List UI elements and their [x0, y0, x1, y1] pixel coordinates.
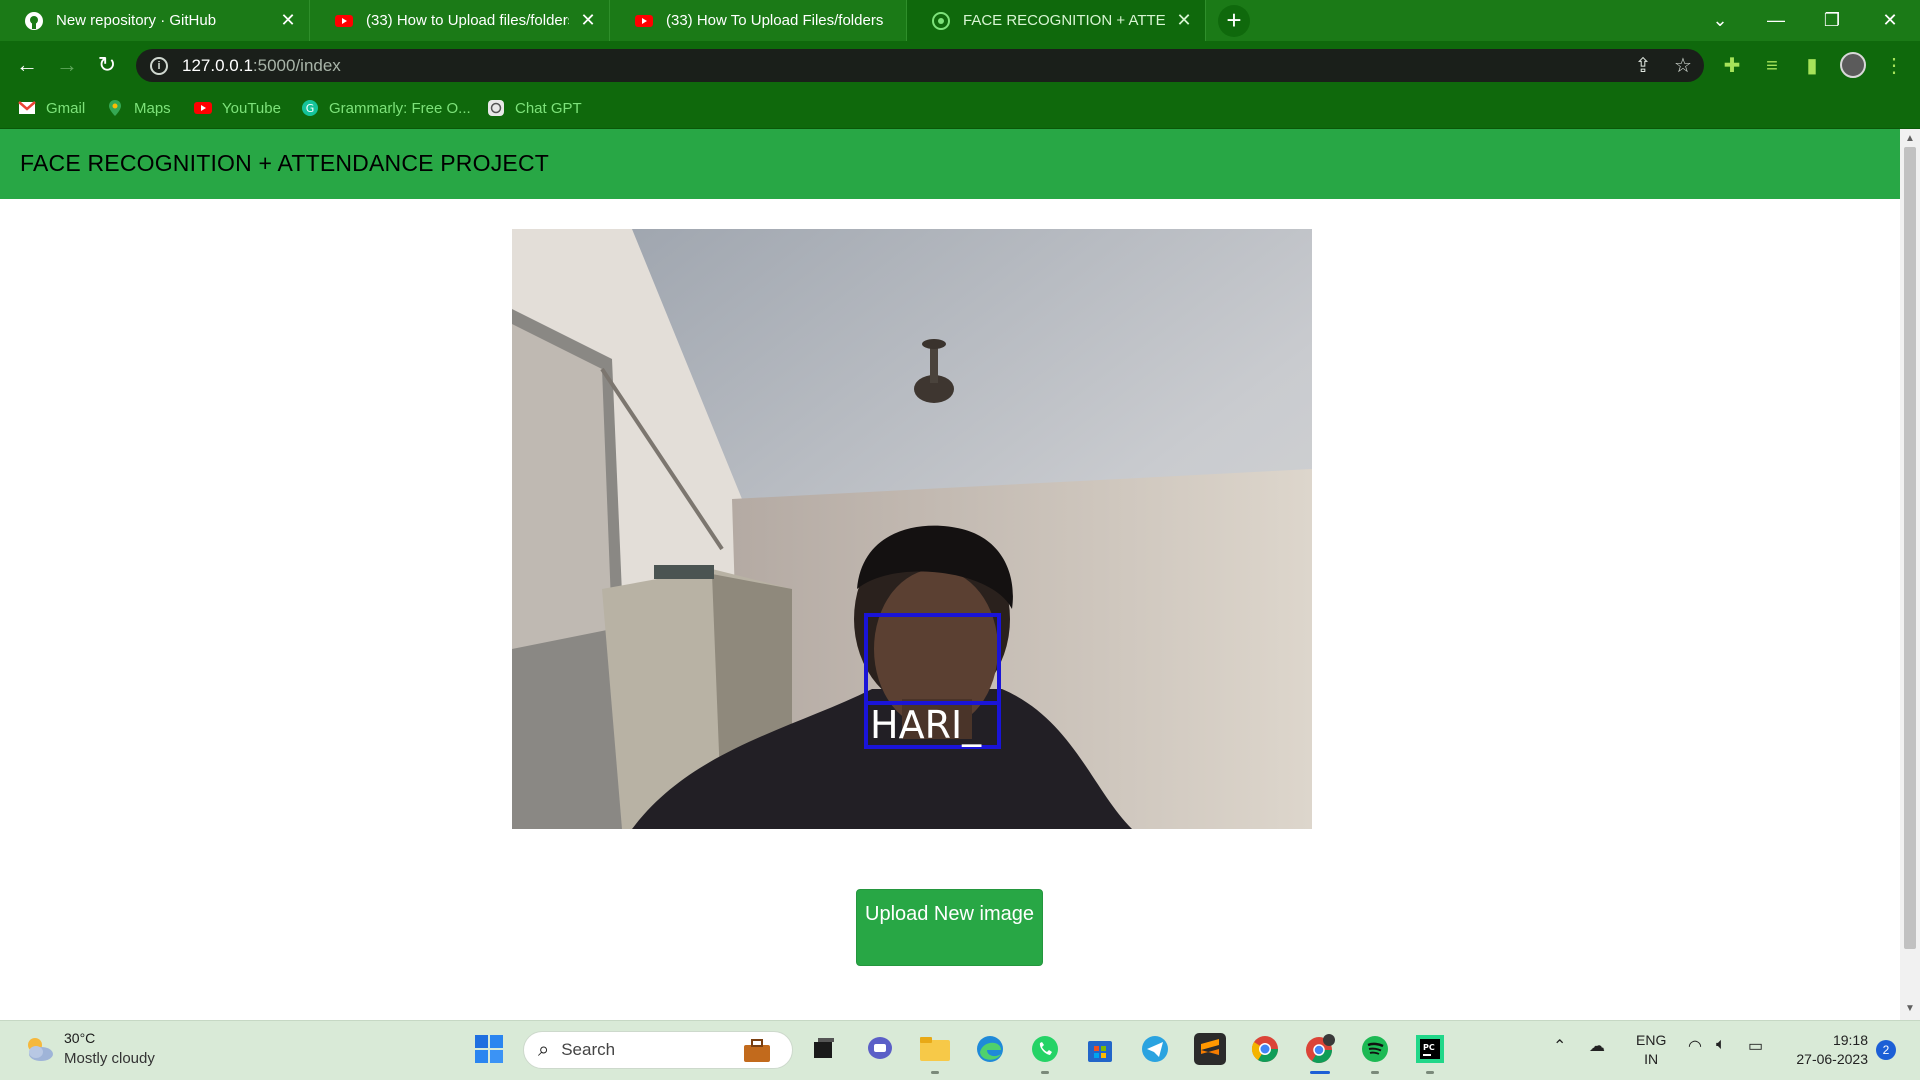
bookmark-grammarly[interactable]: G Grammarly: Free O... [301, 96, 471, 120]
tab-youtube-2[interactable]: (33) How To Upload Files/folders [610, 0, 907, 41]
webcam-image: HARI_ [512, 229, 1312, 829]
new-tab-button[interactable]: + [1218, 5, 1250, 37]
tab-youtube-1[interactable]: (33) How to Upload files/folders/ ✕ [310, 0, 610, 41]
chevron-up-icon[interactable]: ⌃ [1553, 1036, 1566, 1056]
side-panel-icon[interactable]: ▮ [1796, 50, 1828, 82]
search-icon: ⌕ [538, 1038, 550, 1061]
pycharm-icon[interactable]: PC [1414, 1033, 1446, 1065]
scroll-up-icon[interactable]: ▲ [1903, 133, 1917, 147]
url-host: 127.0.0.1 [182, 55, 253, 75]
cloudy-weather-icon[interactable] [22, 1032, 56, 1066]
window-close-icon[interactable]: ✕ [1862, 0, 1918, 41]
search-label: Search [561, 1040, 616, 1059]
tab-label: (33) How To Upload Files/folders [666, 12, 884, 29]
lang-code: ENG [1636, 1032, 1667, 1048]
svg-text:G: G [306, 102, 315, 115]
whatsapp-icon[interactable] [1029, 1033, 1061, 1065]
page-viewport: FACE RECOGNITION + ATTENDANCE PROJECT HA… [0, 129, 1900, 1020]
address-bar[interactable]: i 127.0.0.1:5000/index [136, 49, 1704, 82]
bookmark-label: YouTube [222, 99, 281, 117]
bookmark-gmail[interactable]: Gmail [18, 96, 85, 120]
github-icon [25, 11, 43, 30]
clock-time: 19:18 [1832, 1032, 1868, 1048]
taskbar-search[interactable]: ⌕ Search [523, 1031, 793, 1069]
bookmark-label: Grammarly: Free O... [329, 99, 471, 117]
tab-label: FACE RECOGNITION + ATTENDA [963, 12, 1165, 29]
page-title[interactable]: FACE RECOGNITION + ATTENDANCE PROJECT [20, 150, 549, 177]
bookmark-label: Maps [134, 99, 171, 117]
youtube-icon [335, 14, 353, 27]
maps-icon [109, 100, 121, 116]
volume-icon[interactable]: 🔈︎ [1716, 1036, 1726, 1054]
edge-icon[interactable] [974, 1033, 1006, 1065]
svg-text:PC: PC [1423, 1043, 1435, 1052]
tab-label: New repository · GitHub [56, 12, 217, 29]
chatgpt-icon [488, 100, 504, 116]
close-icon[interactable]: ✕ [579, 10, 597, 31]
grammarly-icon: G [302, 100, 318, 116]
reload-icon[interactable]: ↻ [92, 50, 122, 80]
notification-badge[interactable]: 2 [1876, 1040, 1896, 1060]
language-indicator[interactable]: ENG IN [1636, 1031, 1666, 1069]
running-indicator [1371, 1071, 1379, 1074]
battery-icon[interactable]: ▭ [1748, 1036, 1763, 1056]
media-queue-icon[interactable]: ≡ [1756, 50, 1788, 82]
file-explorer-icon[interactable] [919, 1033, 951, 1065]
spotify-icon[interactable] [1359, 1033, 1391, 1065]
close-icon[interactable]: ✕ [279, 10, 297, 31]
windows-start-icon[interactable] [473, 1033, 505, 1065]
microsoft-store-icon[interactable] [1084, 1033, 1116, 1065]
teams-chat-icon[interactable] [864, 1033, 896, 1065]
weather-temp[interactable]: 30°C [64, 1030, 95, 1046]
url-path: :5000/index [252, 55, 341, 75]
running-indicator [931, 1071, 939, 1074]
chrome-profile-icon[interactable] [1304, 1033, 1336, 1065]
tab-label: (33) How to Upload files/folders/ [366, 12, 569, 29]
bookmarks-bar [0, 89, 1920, 129]
bookmark-star-icon[interactable]: ☆ [1668, 51, 1698, 81]
menu-icon[interactable]: ⋮ [1878, 50, 1910, 82]
site-info-icon[interactable]: i [150, 56, 168, 75]
taskbar [0, 1020, 1920, 1080]
lang-region: IN [1644, 1051, 1659, 1067]
chrome-icon[interactable] [1249, 1033, 1281, 1065]
globe-icon [932, 11, 950, 30]
bookmark-maps[interactable]: Maps [106, 96, 171, 120]
share-icon[interactable]: ⇪ [1628, 51, 1658, 81]
running-indicator [1426, 1071, 1434, 1074]
recognized-name: HARI_ [870, 703, 982, 747]
youtube-icon [635, 14, 653, 27]
extensions-icon[interactable]: ✚ [1716, 50, 1748, 82]
clock[interactable]: 19:18 27-06-2023 [1788, 1031, 1868, 1069]
navbar: FACE RECOGNITION + ATTENDANCE PROJECT [0, 129, 1900, 199]
bookmark-youtube[interactable]: YouTube [194, 96, 281, 120]
running-indicator [1041, 1071, 1049, 1074]
bookmark-chatgpt[interactable]: Chat GPT [487, 96, 582, 120]
onedrive-icon[interactable]: ☁ [1589, 1036, 1605, 1056]
sublime-text-icon[interactable] [1194, 1033, 1226, 1065]
wifi-icon[interactable]: ◠ [1688, 1036, 1702, 1056]
tab-search-icon[interactable]: ⌄ [1692, 0, 1748, 41]
forward-icon[interactable]: → [52, 50, 82, 80]
gmail-icon [18, 101, 36, 114]
close-icon[interactable]: ✕ [1175, 10, 1193, 31]
bookmark-label: Chat GPT [515, 99, 582, 117]
scroll-thumb[interactable] [1904, 147, 1916, 949]
back-icon[interactable]: ← [12, 50, 42, 80]
weather-desc[interactable]: Mostly cloudy [64, 1050, 155, 1067]
tab-face-recognition[interactable]: FACE RECOGNITION + ATTENDA ✕ [907, 0, 1206, 41]
briefcase-icon [744, 1039, 770, 1062]
active-app-indicator [1310, 1071, 1330, 1074]
avatar[interactable] [1840, 52, 1866, 78]
telegram-icon[interactable] [1139, 1033, 1171, 1065]
clock-date: 27-06-2023 [1796, 1051, 1868, 1067]
minimize-icon[interactable]: — [1748, 0, 1804, 41]
upload-new-image-button[interactable]: Upload New image [856, 889, 1043, 966]
tab-github[interactable]: New repository · GitHub ✕ [0, 0, 310, 41]
youtube-icon [194, 102, 212, 114]
restore-icon[interactable]: ❐ [1804, 0, 1860, 41]
scroll-down-icon[interactable]: ▼ [1903, 1003, 1917, 1017]
task-view-icon[interactable] [808, 1033, 840, 1065]
bookmark-label: Gmail [46, 99, 86, 117]
